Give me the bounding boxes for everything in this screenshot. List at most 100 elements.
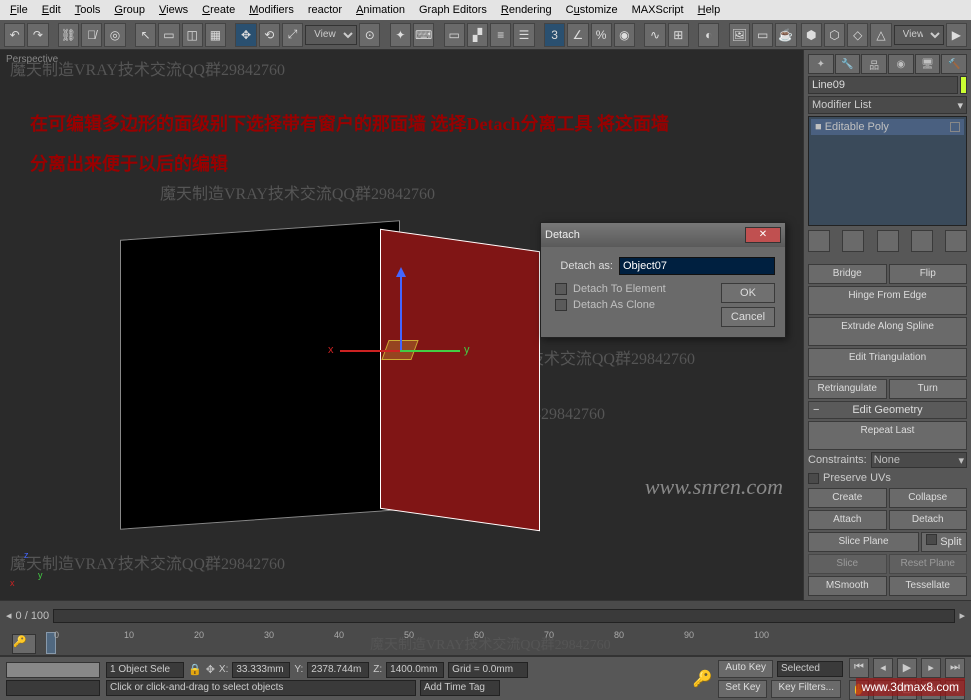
snap-3d-icon[interactable]: 3 — [544, 23, 565, 47]
edit-geometry-rollout[interactable]: −Edit Geometry — [808, 401, 967, 419]
bind-icon[interactable]: ◎ — [104, 23, 125, 47]
manip-icon[interactable]: ✦ — [390, 23, 411, 47]
attach-button[interactable]: Attach — [808, 510, 887, 530]
redo-icon[interactable]: ↷ — [27, 23, 48, 47]
cancel-button[interactable]: Cancel — [721, 307, 775, 327]
keyboard-icon[interactable]: ⌨ — [413, 23, 434, 47]
move-icon[interactable]: ✥ — [235, 23, 256, 47]
z-coord-input[interactable] — [386, 662, 444, 678]
arrow-left-icon[interactable]: ◂ — [6, 609, 12, 622]
reactor-icon[interactable]: ⬢ — [801, 23, 822, 47]
pin-stack-icon[interactable] — [808, 230, 830, 252]
dialog-titlebar[interactable]: Detach ✕ — [541, 223, 785, 247]
detach-as-clone-checkbox[interactable] — [555, 299, 567, 311]
ref-coord-dropdown[interactable]: View — [305, 25, 357, 45]
object-color-swatch[interactable] — [960, 76, 967, 94]
turn-button[interactable]: Turn — [889, 379, 968, 399]
key-filters-button[interactable]: Key Filters... — [771, 680, 841, 698]
prev-frame-icon[interactable]: ◂ — [873, 658, 893, 678]
stack-item-editable-poly[interactable]: ■ Editable Poly — [811, 119, 964, 135]
close-icon[interactable]: ✕ — [745, 227, 781, 243]
menu-maxscript[interactable]: MAXScript — [626, 2, 690, 18]
render-view-dropdown[interactable]: View — [894, 25, 944, 45]
tab-utilities-icon[interactable]: 🔨 — [941, 54, 967, 74]
align-icon[interactable]: ≡ — [490, 23, 511, 47]
key-mode-dropdown[interactable]: Selected — [777, 661, 843, 677]
gizmo-y-axis[interactable] — [400, 350, 460, 352]
preserve-opts-icon[interactable] — [895, 470, 911, 486]
menu-views[interactable]: Views — [153, 2, 194, 18]
link-icon[interactable]: ⛓ — [58, 23, 79, 47]
next-frame-icon[interactable]: ▸ — [921, 658, 941, 678]
tab-hierarchy-icon[interactable]: 品 — [861, 54, 887, 74]
mirror-icon[interactable]: ▞ — [467, 23, 488, 47]
menu-tools[interactable]: Tools — [69, 2, 107, 18]
render-last-icon[interactable]: ▶ — [946, 23, 967, 47]
window-crossing-icon[interactable]: ▦ — [205, 23, 226, 47]
render-type-icon[interactable]: ▭ — [752, 23, 773, 47]
stack-toggle-icon[interactable] — [950, 122, 960, 132]
configure-icon[interactable] — [945, 230, 967, 252]
spinner-snap-icon[interactable]: ◉ — [614, 23, 635, 47]
render-scene-icon[interactable]: 🖼 — [729, 23, 750, 47]
schematic-icon[interactable]: ⊞ — [668, 23, 689, 47]
gizmo-x-axis[interactable] — [340, 350, 400, 352]
retriangulate-button[interactable]: Retriangulate — [808, 379, 887, 399]
show-end-icon[interactable] — [842, 230, 864, 252]
timeline-scrollbar[interactable]: ◂ 0 / 100 ▸ — [0, 600, 971, 630]
transform-type-icon[interactable]: ✥ — [206, 663, 215, 676]
ok-button[interactable]: OK — [721, 283, 775, 303]
split-button[interactable]: Split — [921, 532, 967, 552]
auto-key-button[interactable]: Auto Key — [718, 660, 773, 678]
goto-start-icon[interactable]: ⏮ — [849, 658, 869, 678]
make-unique-icon[interactable] — [877, 230, 899, 252]
curve-editor-icon[interactable]: ∿ — [644, 23, 665, 47]
snap-percent-icon[interactable]: % — [591, 23, 612, 47]
menu-grapheditors[interactable]: Graph Editors — [413, 2, 493, 18]
select-name-icon[interactable]: ▭ — [158, 23, 179, 47]
select-region-icon[interactable]: ◫ — [182, 23, 203, 47]
add-time-tag[interactable]: Add Time Tag — [420, 680, 500, 696]
rotate-icon[interactable]: ⟲ — [259, 23, 280, 47]
menu-customize[interactable]: Customize — [560, 2, 624, 18]
collapse-button[interactable]: Collapse — [889, 488, 968, 508]
viewport-perspective[interactable]: Perspective 魔天制造VRAY技术交流QQ群29842760 在可编辑… — [0, 50, 803, 600]
undo-icon[interactable]: ↶ — [4, 23, 25, 47]
tab-modify-icon[interactable]: 🔧 — [835, 54, 861, 74]
tessellate-button[interactable]: Tessellate — [889, 576, 968, 596]
arrow-right-icon[interactable]: ▸ — [959, 609, 965, 622]
x-coord-input[interactable] — [232, 662, 290, 678]
lock-icon[interactable]: 🔒 — [188, 663, 202, 676]
play-icon[interactable]: ▶ — [897, 658, 917, 678]
menu-group[interactable]: Group — [108, 2, 151, 18]
slice-plane-button[interactable]: Slice Plane — [808, 532, 919, 552]
reactor-3-icon[interactable]: ◇ — [847, 23, 868, 47]
object-name-input[interactable] — [808, 76, 958, 94]
timeline-ruler[interactable]: 🔑 0 10 20 30 40 50 60 70 80 90 100 魔天制造V… — [0, 630, 971, 656]
named-sel-icon[interactable]: ▭ — [444, 23, 465, 47]
menu-rendering[interactable]: Rendering — [495, 2, 558, 18]
create-button[interactable]: Create — [808, 488, 887, 508]
constraints-dropdown[interactable]: None▾ — [871, 452, 967, 468]
reactor-4-icon[interactable]: △ — [870, 23, 891, 47]
menu-reactor[interactable]: reactor — [302, 2, 348, 18]
material-icon[interactable]: ◐ — [698, 23, 719, 47]
detach-as-input[interactable] — [619, 257, 775, 275]
track-bar[interactable] — [6, 662, 100, 678]
remove-mod-icon[interactable] — [911, 230, 933, 252]
quick-render-icon[interactable]: ☕ — [775, 23, 796, 47]
layers-icon[interactable]: ☰ — [513, 23, 534, 47]
detach-to-element-checkbox[interactable] — [555, 283, 567, 295]
menu-modifiers[interactable]: Modifiers — [243, 2, 300, 18]
time-slider-track[interactable] — [53, 609, 955, 623]
select-icon[interactable]: ↖ — [135, 23, 156, 47]
tab-motion-icon[interactable]: ◉ — [888, 54, 914, 74]
goto-end-icon[interactable]: ⏭ — [945, 658, 965, 678]
repeat-last-button[interactable]: Repeat Last — [808, 421, 967, 450]
menu-file[interactable]: File — [4, 2, 34, 18]
tab-display-icon[interactable]: 🖥 — [915, 54, 941, 74]
set-key-button[interactable]: Set Key — [718, 680, 767, 698]
bridge-button[interactable]: Bridge — [808, 264, 887, 284]
menu-create[interactable]: Create — [196, 2, 241, 18]
y-coord-input[interactable] — [307, 662, 369, 678]
